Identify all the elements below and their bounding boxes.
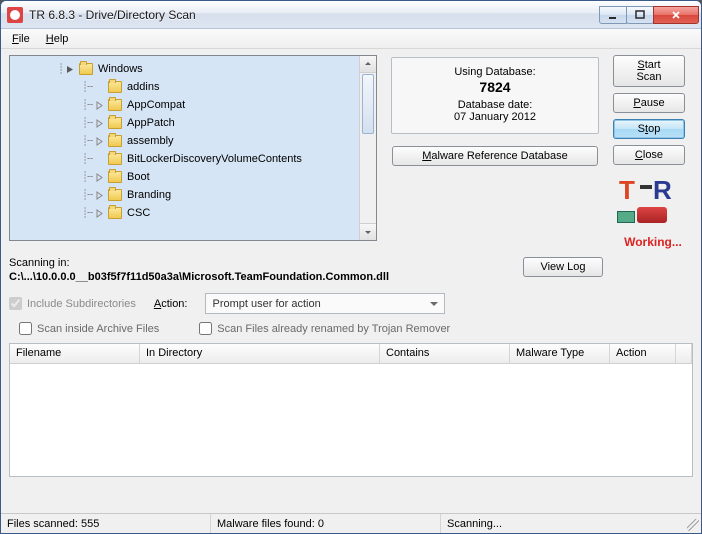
working-label: Working... (613, 235, 693, 249)
tree-node[interactable]: Boot (127, 171, 150, 183)
action-combo[interactable]: Prompt user for action (205, 293, 445, 314)
status-state: Scanning... (441, 514, 701, 533)
folder-icon (108, 117, 122, 129)
database-info: Using Database: 7824 Database date: 07 J… (391, 57, 599, 134)
scan-renamed-checkbox[interactable]: Scan Files already renamed by Trojan Rem… (199, 322, 450, 335)
col-spacer (676, 344, 692, 363)
titlebar[interactable]: TR 6.8.3 - Drive/Directory Scan (1, 1, 701, 29)
menu-help[interactable]: Help (39, 31, 76, 47)
tree-node[interactable]: assembly (127, 135, 173, 147)
db-date: 07 January 2012 (398, 111, 592, 123)
folder-icon (108, 153, 122, 165)
close-scan-button[interactable]: Close (613, 145, 685, 165)
scroll-thumb[interactable] (362, 74, 374, 134)
tree-node[interactable]: CSC (127, 207, 150, 219)
status-files-scanned: Files scanned: 555 (1, 514, 211, 533)
expand-icon[interactable] (95, 119, 104, 128)
app-window: TR 6.8.3 - Drive/Directory Scan File Hel… (0, 0, 702, 534)
directory-tree[interactable]: ┊ Windows ┊╌addins ┊╌AppCompat ┊╌AppPatc… (9, 55, 377, 241)
include-subdirs-checkbox[interactable]: Include Subdirectories (9, 297, 136, 310)
minimize-button[interactable] (599, 6, 627, 24)
collapse-icon[interactable] (66, 65, 75, 74)
scanning-path: C:\...\10.0.0.0__b03f5f7f11d50a3a\Micros… (9, 271, 513, 283)
expand-icon[interactable] (95, 137, 104, 146)
folder-icon (108, 171, 122, 183)
menubar: File Help (1, 29, 701, 49)
db-count: 7824 (398, 79, 592, 95)
expand-icon[interactable] (95, 173, 104, 182)
expand-icon[interactable] (95, 209, 104, 218)
table-body (10, 364, 692, 476)
folder-icon (108, 81, 122, 93)
start-scan-button[interactable]: Start Scan (613, 55, 685, 87)
folder-icon (108, 189, 122, 201)
maximize-button[interactable] (626, 6, 654, 24)
db-date-label: Database date: (398, 99, 592, 111)
table-header: Filename In Directory Contains Malware T… (10, 344, 692, 364)
tree-node-root[interactable]: Windows (98, 63, 143, 75)
tree-node[interactable]: Branding (127, 189, 171, 201)
status-malware-found: Malware files found: 0 (211, 514, 441, 533)
expand-icon[interactable] (95, 191, 104, 200)
folder-icon (108, 207, 122, 219)
col-maltype[interactable]: Malware Type (510, 344, 610, 363)
folder-icon (108, 135, 122, 147)
folder-icon (79, 63, 93, 75)
expand-icon[interactable] (95, 101, 104, 110)
tree-node[interactable]: BitLockerDiscoveryVolumeContents (127, 153, 302, 165)
tree-node[interactable]: addins (127, 81, 159, 93)
malware-reference-button[interactable]: Malware Reference Database (392, 146, 598, 166)
pause-button[interactable]: Pause (613, 93, 685, 113)
close-button[interactable] (653, 6, 699, 24)
tree-node[interactable]: AppPatch (127, 117, 175, 129)
scroll-up-icon[interactable] (360, 56, 376, 73)
stop-button[interactable]: Stop (613, 119, 685, 139)
db-using-label: Using Database: (398, 66, 592, 78)
statusbar: Files scanned: 555 Malware files found: … (1, 513, 701, 533)
view-log-button[interactable]: View Log (523, 257, 603, 277)
resize-grip-icon[interactable] (687, 519, 699, 531)
tree-node[interactable]: AppCompat (127, 99, 185, 111)
col-action[interactable]: Action (610, 344, 676, 363)
col-contains[interactable]: Contains (380, 344, 510, 363)
scan-archive-checkbox[interactable]: Scan inside Archive Files (19, 322, 159, 335)
results-table: Filename In Directory Contains Malware T… (9, 343, 693, 477)
col-filename[interactable]: Filename (10, 344, 140, 363)
scanning-in-label: Scanning in: (9, 257, 513, 269)
client-area: ┊ Windows ┊╌addins ┊╌AppCompat ┊╌AppPatc… (1, 49, 701, 513)
menu-file[interactable]: File (5, 31, 37, 47)
col-indir[interactable]: In Directory (140, 344, 380, 363)
action-label: Action: (154, 298, 188, 310)
folder-icon (108, 99, 122, 111)
scroll-down-icon[interactable] (360, 223, 376, 240)
window-title: TR 6.8.3 - Drive/Directory Scan (29, 8, 196, 22)
app-logo: TR (613, 175, 685, 223)
app-icon (7, 7, 23, 23)
tree-scrollbar[interactable] (359, 56, 376, 240)
